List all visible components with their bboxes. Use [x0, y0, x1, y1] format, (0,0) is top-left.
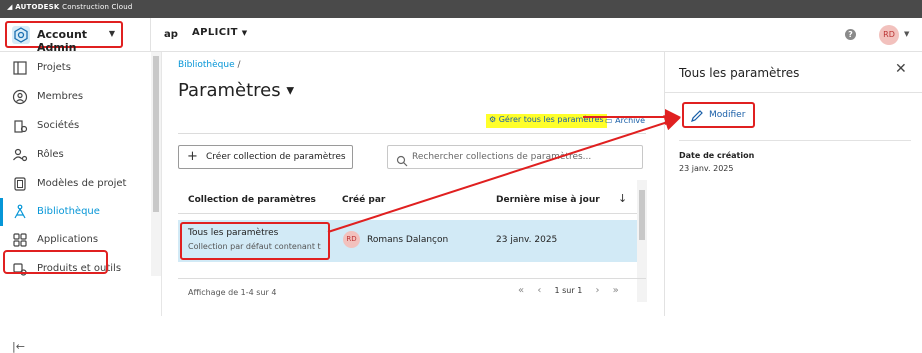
sidebar-item-label: Applications: [37, 234, 99, 245]
page-title[interactable]: Paramètres ▼: [178, 80, 294, 101]
projects-icon: [12, 60, 28, 76]
search-icon: [396, 152, 408, 167]
app-header: Account Admin ▼ ap APLICIT ▼ ? RD ▼: [0, 18, 922, 54]
divider: [178, 133, 646, 134]
main-content: Bibliothèque / Paramètres ▼ ⚙ Gérer tous…: [163, 52, 663, 316]
author-avatar: RD: [343, 231, 360, 248]
create-collection-label: Créer collection de paramètres: [206, 152, 346, 162]
members-icon: [12, 89, 28, 105]
sidebar: Projets Membres Sociétés Rôles Modèles d…: [0, 52, 162, 353]
sidebar-scrollbar[interactable]: [151, 52, 161, 276]
pagination: « ‹ 1 sur 1 › »: [518, 285, 629, 296]
create-collection-button[interactable]: + Créer collection de paramètres: [178, 145, 353, 169]
search-placeholder: Rechercher collections de paramètres...: [412, 152, 592, 162]
archive-link[interactable]: ▭ Archivé: [605, 116, 645, 125]
sidebar-item-label: Sociétés: [37, 120, 80, 131]
sidebar-item-label: Bibliothèque: [37, 206, 100, 217]
scrollbar-thumb[interactable]: [153, 56, 159, 212]
manage-all-parameters-link[interactable]: ⚙ Gérer tous les paramètres: [486, 114, 607, 128]
sidebar-item-label: Modèles de projet: [37, 178, 127, 189]
sidebar-item-roles[interactable]: Rôles: [0, 141, 150, 169]
previous-page-icon[interactable]: ‹: [537, 285, 541, 296]
breadcrumb: Bibliothèque /: [178, 60, 241, 70]
svg-text:ap: ap: [164, 29, 178, 40]
panel-title: Tous les paramètres: [679, 66, 800, 80]
sidebar-item-label: Projets: [37, 62, 71, 73]
modify-button[interactable]: Modifier: [682, 102, 755, 128]
manage-all-label: Gérer tous les paramètres: [498, 115, 604, 124]
sidebar-item-projets[interactable]: Projets: [0, 54, 150, 82]
page-title-text: Paramètres: [178, 80, 281, 101]
brand-name: AUTODESK: [15, 3, 60, 11]
plus-icon: +: [187, 149, 198, 164]
project-name: APLICIT: [192, 27, 238, 38]
details-panel: Tous les paramètres ✕ Modifier Date de c…: [664, 52, 922, 316]
library-icon: [12, 204, 28, 220]
result-count: Affichage de 1-4 sur 4: [188, 288, 277, 297]
sidebar-item-societes[interactable]: Sociétés: [0, 112, 150, 140]
applications-icon: [12, 232, 28, 248]
column-header-created-by[interactable]: Créé par: [342, 195, 385, 205]
companies-icon: [12, 118, 28, 134]
chevron-down-icon: ▼: [108, 29, 115, 38]
scrollbar-thumb[interactable]: [639, 190, 645, 240]
search-input[interactable]: Rechercher collections de paramètres...: [387, 145, 643, 169]
autodesk-brand: ◢ AUTODESK Construction Cloud: [7, 3, 133, 11]
project-logo: ap: [160, 23, 182, 45]
account-admin-icon: [12, 26, 30, 44]
created-date-label: Date de création: [679, 151, 755, 160]
annotation-highlight: [3, 250, 108, 274]
last-page-icon[interactable]: »: [613, 285, 619, 296]
roles-icon: [12, 147, 28, 163]
close-icon[interactable]: ✕: [895, 61, 907, 77]
account-admin-menu[interactable]: Account Admin ▼: [5, 21, 123, 54]
gear-icon: ⚙: [489, 115, 497, 124]
column-header-collection[interactable]: Collection de paramètres: [188, 195, 316, 205]
sidebar-item-label: Membres: [37, 91, 84, 102]
project-templates-icon: [12, 176, 28, 192]
product-name: Construction Cloud: [62, 3, 133, 11]
modify-label: Modifier: [709, 110, 746, 120]
chevron-down-icon: ▼: [241, 29, 248, 37]
next-page-icon[interactable]: ›: [595, 285, 599, 296]
divider: [679, 140, 911, 141]
help-icon[interactable]: ?: [845, 29, 856, 40]
project-selector[interactable]: APLICIT ▼: [192, 27, 248, 38]
archive-icon: ▭: [605, 116, 613, 125]
table-footer: Affichage de 1-4 sur 4 « ‹ 1 sur 1 › »: [178, 278, 646, 306]
first-page-icon[interactable]: «: [518, 285, 524, 296]
pencil-icon: [690, 108, 704, 122]
page-indicator: 1 sur 1: [554, 286, 583, 295]
sidebar-item-modeles-de-projet[interactable]: Modèles de projet: [0, 170, 150, 198]
author-name: Romans Dalançon: [367, 235, 449, 245]
brand-logo-icon: ◢: [7, 3, 16, 11]
sidebar-item-membres[interactable]: Membres: [0, 83, 150, 111]
breadcrumb-link[interactable]: Bibliothèque: [178, 60, 235, 70]
sidebar-item-label: Rôles: [37, 149, 64, 160]
breadcrumb-separator: /: [237, 60, 241, 70]
collapse-sidebar-icon[interactable]: |←: [12, 340, 25, 353]
user-avatar[interactable]: RD: [879, 25, 899, 45]
header-divider: [150, 18, 151, 52]
column-header-last-updated[interactable]: Dernière mise à jour: [496, 195, 600, 205]
created-date-value: 23 janv. 2025: [679, 164, 734, 173]
top-bar: ◢ AUTODESK Construction Cloud: [0, 0, 922, 18]
chevron-down-icon: ▼: [286, 85, 295, 97]
sidebar-item-bibliotheque[interactable]: Bibliothèque: [0, 198, 150, 226]
divider: [665, 92, 922, 93]
chevron-down-icon[interactable]: ▼: [904, 30, 909, 38]
archive-label: Archivé: [615, 116, 646, 125]
annotation-highlight: [180, 222, 330, 260]
sort-arrow-icon[interactable]: ↓: [618, 192, 627, 205]
updated-date: 23 janv. 2025: [496, 235, 558, 245]
table-row[interactable]: Tous les paramètres Collection par défau…: [178, 220, 640, 262]
header-divider: [178, 213, 640, 214]
